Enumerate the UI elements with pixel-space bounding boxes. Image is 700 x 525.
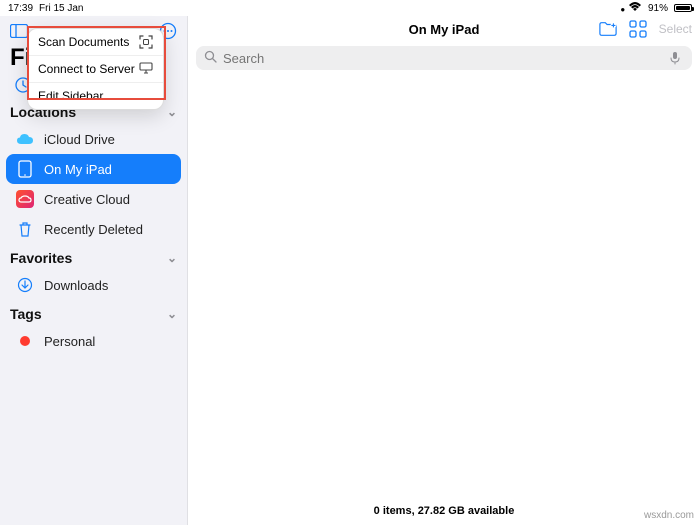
sidebar-item-label: Recently Deleted xyxy=(44,222,143,237)
downloads-icon xyxy=(16,276,34,294)
ipad-icon xyxy=(16,160,34,178)
sidebar-item-onmyipad[interactable]: On My iPad xyxy=(6,154,181,184)
creativecloud-icon xyxy=(16,190,34,208)
mic-icon[interactable] xyxy=(670,51,684,65)
battery-icon xyxy=(674,4,692,12)
footer-status: 0 items, 27.82 GB available xyxy=(188,505,700,525)
trash-icon xyxy=(16,220,34,238)
blank-icon xyxy=(139,89,153,103)
file-grid xyxy=(188,74,700,505)
watermark: wsxdn.com xyxy=(644,510,694,521)
battery-pct: 91% xyxy=(648,3,668,14)
status-time: 17:39 xyxy=(8,3,33,14)
section-label: Favorites xyxy=(10,250,72,266)
search-field[interactable] xyxy=(196,46,692,70)
menu-item-label: Scan Documents xyxy=(38,35,129,49)
search-icon xyxy=(204,50,217,66)
more-menu-popover: Scan Documents Connect to Server Edit Si… xyxy=(27,28,164,110)
sidebar-toggle-icon[interactable] xyxy=(10,22,28,40)
section-favorites[interactable]: Favorites ⌄ xyxy=(0,244,187,270)
page-title: On My iPad xyxy=(409,22,480,37)
sidebar-item-creativecloud[interactable]: Creative Cloud xyxy=(6,184,181,214)
section-tags[interactable]: Tags ⌄ xyxy=(0,300,187,326)
section-label: Tags xyxy=(10,306,42,322)
sidebar-item-icloud[interactable]: iCloud Drive xyxy=(6,124,181,154)
sidebar-item-label: Creative Cloud xyxy=(44,192,130,207)
tag-dot-icon xyxy=(16,332,34,350)
status-bar: 17:39 Fri 15 Jan 91% xyxy=(0,0,700,16)
menu-item-label: Connect to Server xyxy=(38,62,135,76)
sidebar-item-label: On My iPad xyxy=(44,162,112,177)
main-pane: On My iPad Select 0 items, 27.82 GB avai… xyxy=(188,16,700,525)
wifi-icon xyxy=(620,2,642,15)
sidebar-item-label: iCloud Drive xyxy=(44,132,115,147)
sidebar-item-label: Personal xyxy=(44,334,95,349)
menu-scan-documents[interactable]: Scan Documents xyxy=(28,29,163,56)
cloud-icon xyxy=(16,130,34,148)
sidebar-item-recentlydeleted[interactable]: Recently Deleted xyxy=(6,214,181,244)
sidebar-item-downloads[interactable]: Downloads xyxy=(6,270,181,300)
chevron-down-icon: ⌄ xyxy=(167,251,177,265)
chevron-down-icon: ⌄ xyxy=(167,105,177,119)
chevron-down-icon: ⌄ xyxy=(167,307,177,321)
menu-item-label: Edit Sidebar xyxy=(38,89,103,103)
select-button[interactable]: Select xyxy=(659,22,692,36)
scan-icon xyxy=(139,35,153,49)
menu-connect-server[interactable]: Connect to Server xyxy=(28,56,163,83)
menu-edit-sidebar[interactable]: Edit Sidebar xyxy=(28,83,163,109)
search-input[interactable] xyxy=(223,51,664,66)
status-date: Fri 15 Jan xyxy=(39,3,83,14)
new-folder-icon[interactable] xyxy=(599,20,617,38)
sidebar-item-tag-personal[interactable]: Personal xyxy=(6,326,181,356)
view-mode-icon[interactable] xyxy=(629,20,647,38)
sidebar-item-label: Downloads xyxy=(44,278,108,293)
server-icon xyxy=(139,62,153,76)
